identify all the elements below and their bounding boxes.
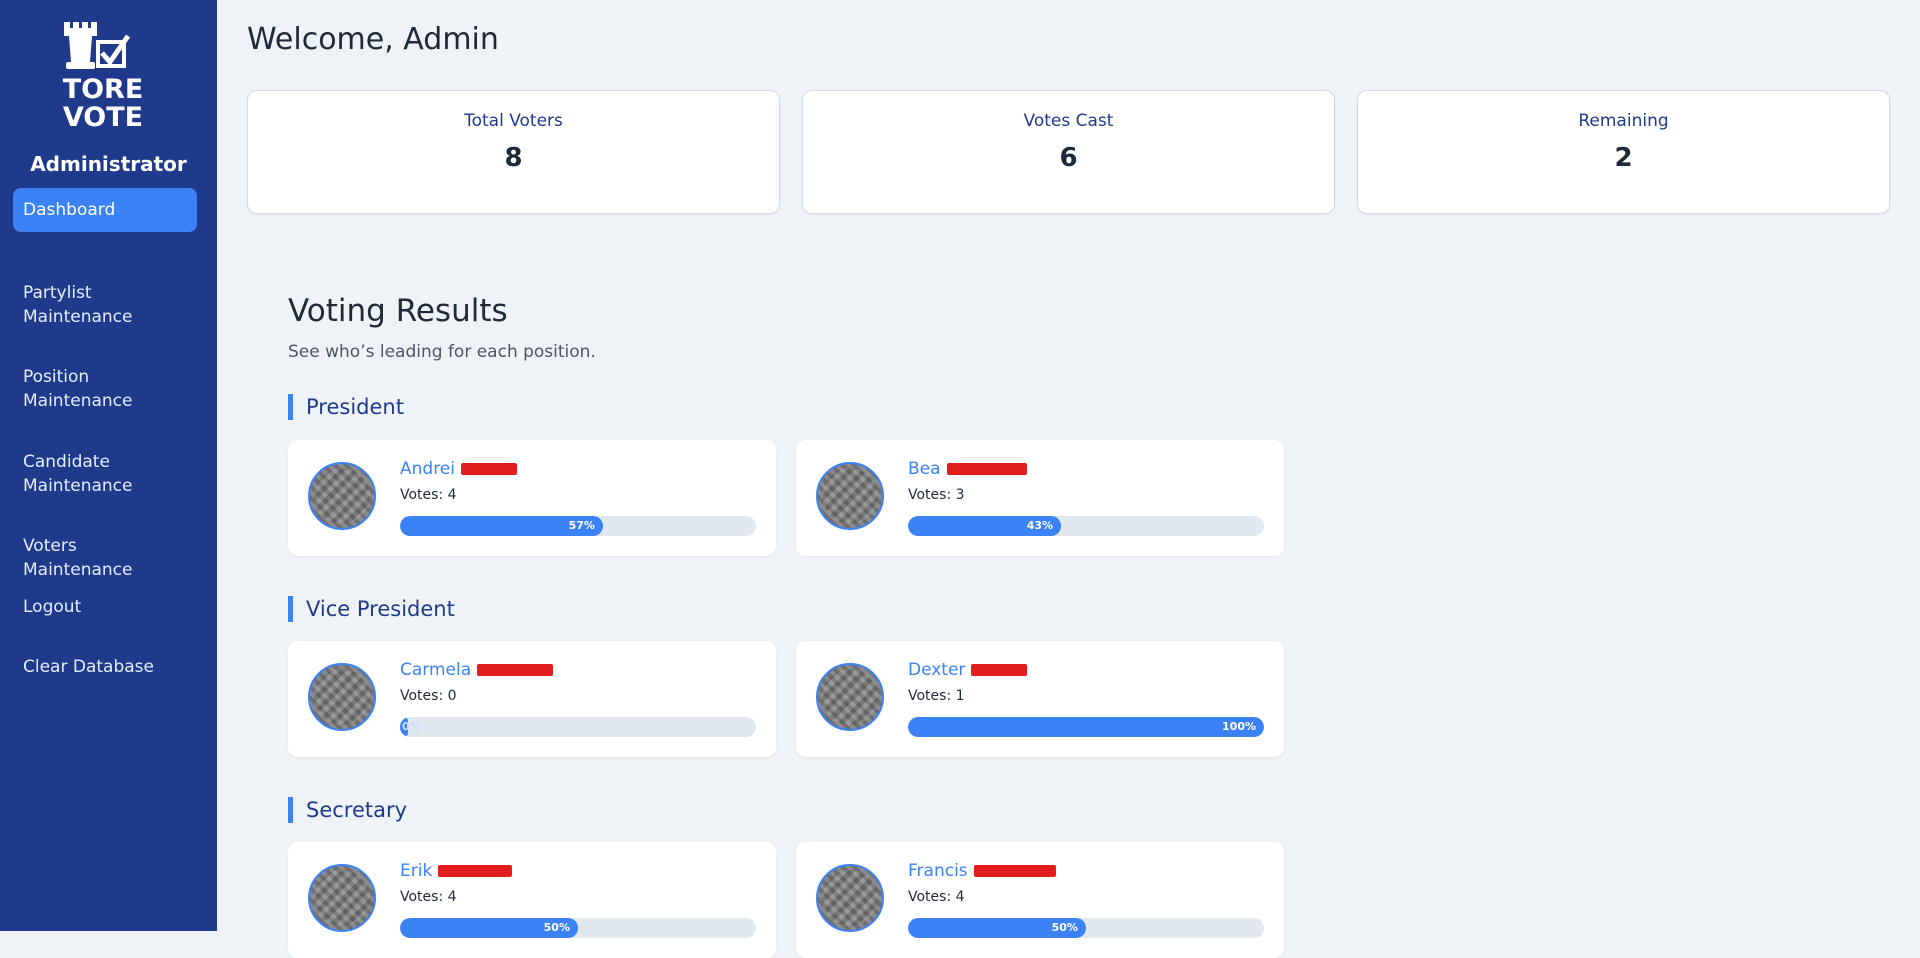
vote-progress-bar: 0%	[400, 717, 756, 737]
sidebar-item-label: Dashboard	[23, 200, 116, 220]
sidebar-item-logout[interactable]: Logout	[13, 595, 197, 619]
candidate-votes: Votes: 4	[400, 487, 457, 503]
sidebar: TORE VOTE Administrator Dashboard Partyl…	[0, 0, 217, 931]
vote-percent-label: 50%	[1051, 921, 1078, 934]
stat-value: 2	[1614, 143, 1633, 173]
vote-progress-fill: 100%	[908, 717, 1264, 737]
svg-text:TORE: TORE	[63, 74, 144, 105]
stat-card-votes-cast: Votes Cast 6	[802, 90, 1335, 214]
vote-progress-bar: 43%	[908, 516, 1264, 536]
vote-percent-label: 100%	[1222, 720, 1256, 733]
avatar	[308, 663, 376, 731]
candidate-card: Bea Votes: 3 43%	[796, 440, 1284, 556]
sidebar-item-candidate-maintenance[interactable]: Candidate Maintenance	[13, 426, 197, 498]
candidate-card: Dexter Votes: 1 100%	[796, 641, 1284, 757]
vote-progress-bar: 50%	[400, 918, 756, 938]
stat-label: Remaining	[1578, 111, 1669, 131]
results-subtitle: See who’s leading for each position.	[288, 342, 596, 362]
candidate-name: Andrei	[400, 459, 517, 479]
stat-card-remaining: Remaining 2	[1357, 90, 1890, 214]
redaction-mark	[971, 664, 1028, 676]
results-title: Voting Results	[288, 293, 508, 329]
redaction-mark	[461, 463, 517, 475]
avatar	[816, 864, 884, 932]
candidate-name: Dexter	[908, 660, 1028, 680]
vote-percent-label: 50%	[543, 921, 570, 934]
avatar	[816, 462, 884, 530]
stat-label: Total Voters	[464, 111, 563, 131]
vote-progress-bar: 57%	[400, 516, 756, 536]
vote-percent-label: 43%	[1026, 519, 1054, 532]
avatar	[308, 462, 376, 530]
candidate-card: Francis Votes: 4 50%	[796, 842, 1284, 958]
page-title: Welcome, Admin	[247, 22, 499, 57]
svg-text:VOTE: VOTE	[63, 102, 143, 133]
sidebar-item-voters-maintenance[interactable]: Voters Maintenance	[13, 510, 197, 582]
candidate-votes: Votes: 1	[908, 688, 965, 704]
candidate-name: Francis	[908, 861, 1056, 881]
sidebar-item-label: Logout	[23, 597, 82, 617]
vote-progress-fill: 57%	[400, 516, 603, 536]
vote-progress-fill: 50%	[400, 918, 578, 938]
candidate-votes: Votes: 4	[400, 889, 457, 905]
position-heading-vice-president: Vice President	[288, 596, 455, 622]
avatar	[816, 663, 884, 731]
redaction-mark	[946, 463, 1027, 475]
candidate-card: Carmela Votes: 0 0%	[288, 641, 776, 757]
candidate-card: Erik Votes: 4 50%	[288, 842, 776, 958]
sidebar-item-label: Voters Maintenance	[23, 536, 133, 580]
candidate-card: Andrei Votes: 4 57%	[288, 440, 776, 556]
stat-value: 8	[504, 143, 523, 173]
sidebar-item-label: Partylist Maintenance	[23, 283, 133, 327]
vote-progress-fill: 43%	[908, 516, 1062, 536]
vote-progress-bar: 100%	[908, 717, 1264, 737]
vote-progress-bar: 50%	[908, 918, 1264, 938]
candidate-name: Erik	[400, 861, 513, 881]
redaction-mark	[973, 865, 1056, 877]
vote-progress-fill: 0%	[400, 717, 421, 737]
sidebar-item-clear-database[interactable]: Clear Database	[13, 655, 197, 679]
position-heading-secretary: Secretary	[288, 797, 407, 823]
avatar	[308, 864, 376, 932]
stat-value: 6	[1059, 143, 1078, 173]
tore-vote-logo: TORE VOTE	[63, 22, 144, 133]
sidebar-item-label: Candidate Maintenance	[23, 452, 133, 496]
sidebar-role-label: Administrator	[30, 152, 187, 176]
candidate-name: Bea	[908, 459, 1027, 479]
vote-percent-label: 57%	[568, 519, 595, 532]
stat-label: Votes Cast	[1023, 111, 1114, 131]
candidate-votes: Votes: 0	[400, 688, 457, 704]
sidebar-item-position-maintenance[interactable]: Position Maintenance	[13, 341, 197, 413]
vote-progress-fill: 50%	[908, 918, 1086, 938]
sidebar-item-label: Clear Database	[23, 657, 154, 677]
redaction-mark	[477, 664, 554, 676]
sidebar-item-partylist-maintenance[interactable]: Partylist Maintenance	[13, 257, 197, 329]
candidate-votes: Votes: 4	[908, 889, 965, 905]
redaction-mark	[438, 865, 513, 877]
position-heading-president: President	[288, 394, 404, 420]
stat-card-total-voters: Total Voters 8	[247, 90, 780, 214]
candidate-votes: Votes: 3	[908, 487, 965, 503]
sidebar-item-dashboard[interactable]: Dashboard	[13, 188, 197, 232]
sidebar-item-label: Position Maintenance	[23, 367, 133, 411]
candidate-name: Carmela	[400, 660, 554, 680]
vote-percent-label: 0%	[402, 720, 421, 733]
